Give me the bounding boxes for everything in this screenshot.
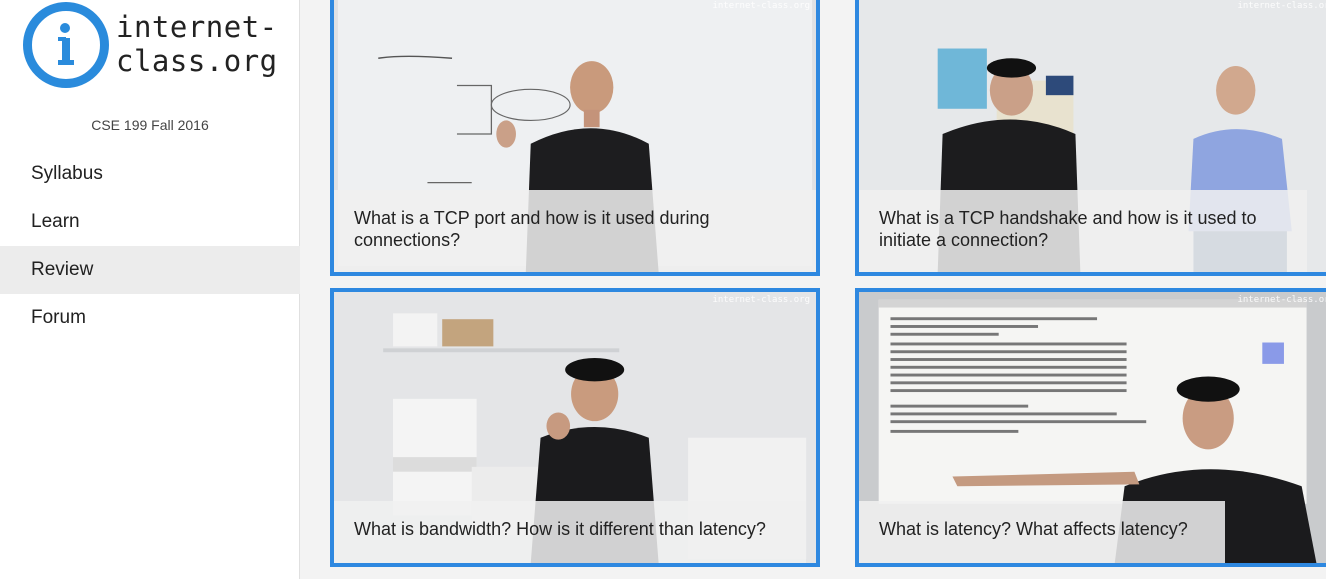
logo-i-dot: [60, 23, 70, 33]
video-watermark: internet-class.org: [1237, 295, 1326, 305]
sidebar-nav: Syllabus Learn Review Forum: [0, 150, 300, 342]
video-card[interactable]: internet-class.org What is bandwidth? Ho…: [330, 288, 820, 567]
nav-item-forum[interactable]: Forum: [0, 294, 300, 342]
sidebar: internet- class.org CSE 199 Fall 2016 Sy…: [0, 0, 300, 579]
video-card[interactable]: internet-class.org What is latency? What…: [855, 288, 1326, 567]
video-watermark: internet-class.org: [712, 295, 810, 305]
logo-i-stem: [58, 38, 74, 66]
video-caption: What is latency? What affects latency?: [859, 501, 1225, 563]
video-caption: What is a TCP port and how is it used du…: [334, 190, 816, 272]
video-watermark: internet-class.org: [712, 1, 810, 11]
course-title: CSE 199 Fall 2016: [91, 117, 209, 133]
video-caption: What is a TCP handshake and how is it us…: [859, 190, 1307, 272]
nav-item-learn[interactable]: Learn: [0, 198, 300, 246]
logo-text-line2: class.org: [116, 44, 278, 78]
nav-item-review[interactable]: Review: [0, 246, 300, 294]
video-card[interactable]: internet-class.org What is a TCP port an…: [330, 0, 820, 276]
video-watermark: internet-class.org: [1237, 1, 1326, 11]
logo-text: internet- class.org: [116, 10, 278, 78]
video-card[interactable]: internet-class.org What is a TCP handsha…: [855, 0, 1326, 276]
site-logo[interactable]: internet- class.org: [20, 0, 290, 95]
logo-text-line1: internet-: [116, 10, 278, 44]
nav-item-syllabus[interactable]: Syllabus: [0, 150, 300, 198]
video-caption: What is bandwidth? How is it different t…: [334, 501, 806, 563]
